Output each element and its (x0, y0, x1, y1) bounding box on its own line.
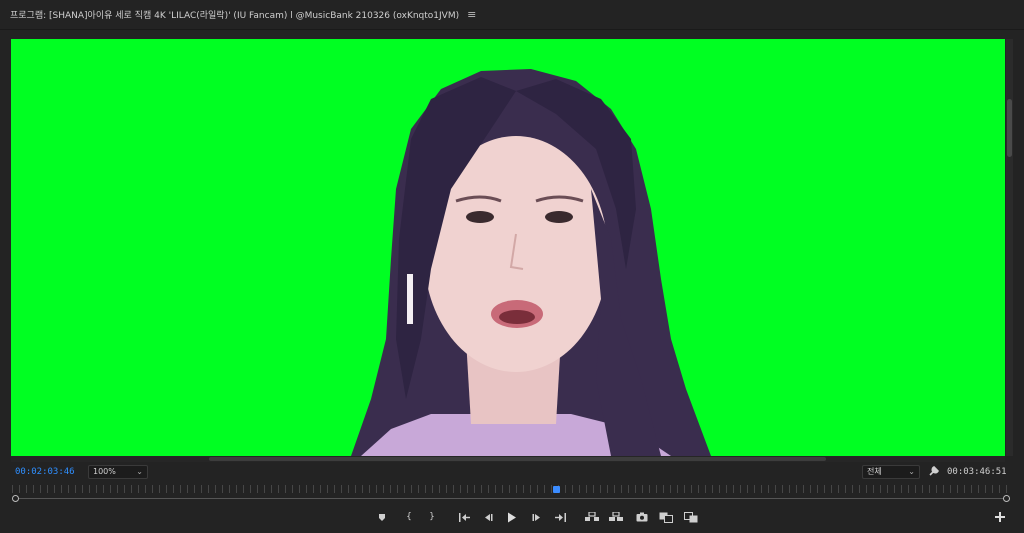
wrench-icon[interactable] (928, 465, 940, 477)
viewer-vertical-scrollbar[interactable] (1006, 39, 1013, 456)
proxy-icon (684, 511, 698, 522)
step-back-button[interactable] (480, 510, 496, 524)
plus-icon (995, 512, 1005, 522)
add-marker-button[interactable] (374, 510, 390, 524)
chevron-down-icon: ⌄ (908, 467, 915, 476)
compare-view-button[interactable] (658, 510, 674, 524)
transport-controls: { } (0, 507, 1024, 527)
go-to-in-button[interactable] (456, 510, 472, 524)
extract-icon (609, 512, 623, 521)
mark-out-button[interactable]: } (424, 510, 440, 524)
zoom-scroll-track[interactable] (15, 498, 1007, 499)
zoom-handle-right[interactable] (1003, 495, 1010, 502)
extract-button[interactable] (608, 510, 624, 524)
playhead[interactable] (553, 486, 560, 493)
button-editor[interactable] (992, 510, 1008, 524)
chevron-down-icon: ⌄ (136, 467, 143, 476)
video-frame-image (351, 69, 711, 456)
zoom-handle-left[interactable] (12, 495, 19, 502)
play-button[interactable] (504, 510, 520, 524)
playback-resolution-value: 전체 (867, 467, 882, 476)
lift-button[interactable] (584, 510, 600, 524)
toggle-proxies-button[interactable] (683, 510, 699, 524)
step-forward-icon (532, 513, 540, 521)
panel-header: 프로그램: [SHANA]아이유 세로 직캠 4K 'LILAC(라일락)' (… (0, 0, 1024, 30)
mark-out-label: } (429, 512, 435, 522)
time-ruler[interactable] (12, 485, 1010, 505)
hamburger-menu-icon[interactable]: ≡ (467, 8, 476, 21)
mark-in-label: { (406, 512, 412, 522)
go-to-in-icon (459, 512, 470, 522)
camera-icon (636, 512, 648, 522)
vertical-scroll-thumb[interactable] (1007, 99, 1012, 157)
viewer-controls-row: 00:02:03:46 100% ⌄ 전체 ⌄ 00:03:46:51 (0, 462, 1024, 482)
program-monitor-viewer[interactable] (11, 39, 1005, 456)
play-icon (508, 512, 516, 522)
marker-icon (379, 513, 385, 521)
zoom-level-select[interactable]: 100% ⌄ (88, 465, 148, 479)
go-to-out-button[interactable] (553, 510, 569, 524)
panel-title: 프로그램: [SHANA]아이유 세로 직캠 4K 'LILAC(라일락)' (… (10, 11, 460, 21)
ruler-ticks (12, 485, 1010, 493)
current-timecode[interactable]: 00:02:03:46 (15, 467, 75, 477)
zoom-level-value: 100% (93, 467, 116, 476)
duration-timecode: 00:03:46:51 (947, 467, 1007, 477)
lift-icon (585, 512, 599, 521)
mark-in-button[interactable]: { (401, 510, 417, 524)
step-forward-button[interactable] (529, 510, 545, 524)
export-frame-button[interactable] (634, 510, 650, 524)
compare-icon (659, 512, 673, 523)
playback-resolution-select[interactable]: 전체 ⌄ (862, 465, 920, 479)
go-to-out-icon (555, 512, 566, 522)
horizontal-scroll-thumb[interactable] (209, 457, 826, 461)
step-back-icon (485, 513, 493, 521)
